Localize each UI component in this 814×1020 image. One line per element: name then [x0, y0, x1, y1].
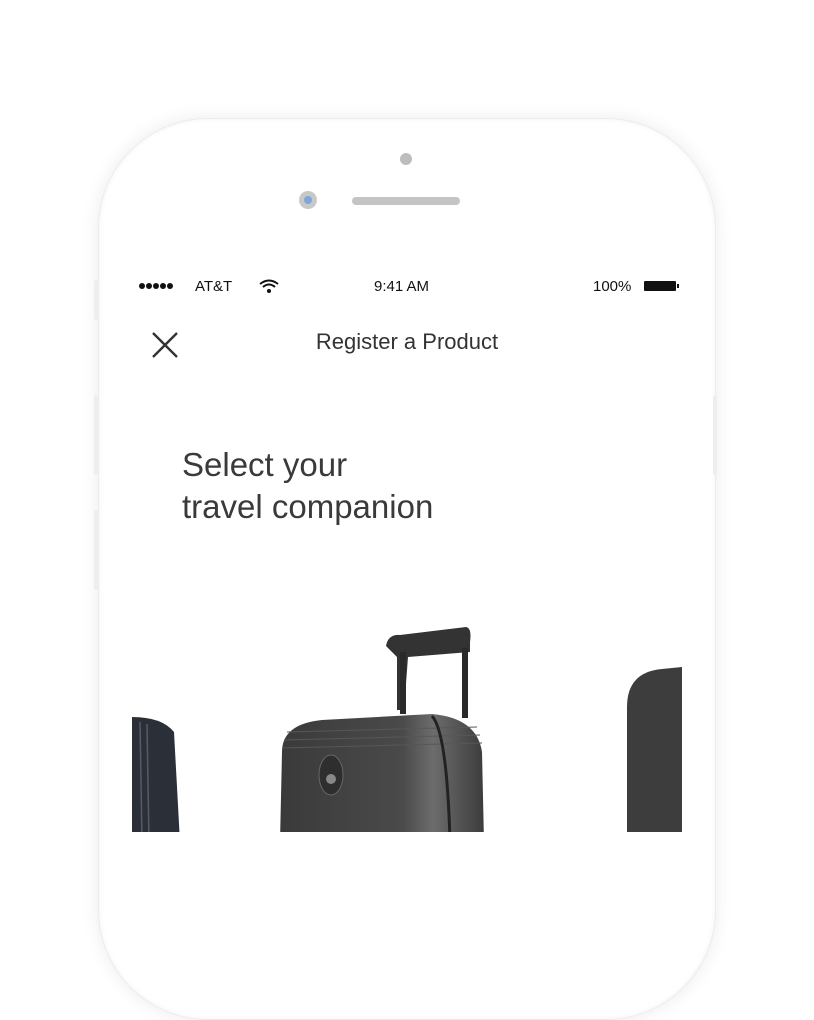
- suitcase-right[interactable]: [627, 667, 682, 832]
- speaker: [352, 197, 460, 205]
- heading: Select your travel companion: [182, 444, 433, 528]
- screen: AT&T 9:41 AM 100% Register a Product Sel…: [132, 272, 682, 832]
- side-button: [94, 280, 98, 320]
- side-button: [94, 395, 98, 475]
- product-carousel[interactable]: [132, 612, 682, 832]
- wifi-icon: [259, 279, 279, 293]
- suitcase-left[interactable]: [132, 717, 180, 832]
- side-button: [713, 395, 717, 475]
- camera: [299, 191, 317, 209]
- page-title: Register a Product: [315, 329, 499, 354]
- heading-line: travel companion: [182, 488, 434, 525]
- clock: 9:41 AM: [374, 278, 430, 295]
- battery-icon: [644, 281, 679, 291]
- status-bar: AT&T 9:41 AM 100%: [132, 272, 682, 302]
- side-button: [94, 510, 98, 590]
- suitcase-center[interactable]: [280, 627, 484, 832]
- carrier: AT&T: [195, 278, 233, 295]
- signal-icon: [139, 283, 173, 289]
- heading-line: Select your: [182, 446, 348, 483]
- sensor: [400, 153, 412, 165]
- battery-percent: 100%: [593, 278, 632, 295]
